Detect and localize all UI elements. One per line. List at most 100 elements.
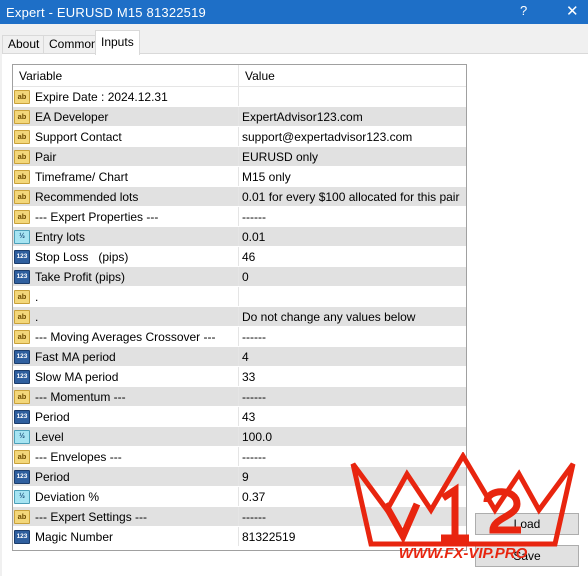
variable-cell[interactable]: ab --- Expert Settings ---: [13, 507, 239, 526]
table-row[interactable]: ab --- Moving Averages Crossover --- -----…: [13, 327, 466, 347]
table-row[interactable]: 123 Fast MA period 4: [13, 347, 466, 367]
variable-column-header[interactable]: Variable: [13, 65, 239, 86]
string-type-icon: ab: [14, 329, 30, 344]
value-cell[interactable]: ------: [239, 207, 466, 226]
variable-cell[interactable]: ab --- Envelopes ---: [13, 447, 239, 466]
title-bar: Expert - EURUSD M15 81322519 ? ✕: [0, 0, 588, 24]
integer-type-icon: 123: [14, 529, 30, 544]
value-cell[interactable]: 4: [239, 347, 466, 366]
variable-cell[interactable]: ab Recommended lots: [13, 187, 239, 206]
string-type-icon: ab: [14, 209, 30, 224]
value-cell[interactable]: 46: [239, 247, 466, 266]
variable-name: Recommended lots: [35, 189, 139, 204]
variable-cell[interactable]: ab Support Contact: [13, 127, 239, 146]
string-type-icon: ab: [14, 129, 30, 144]
value-cell[interactable]: 0: [239, 267, 466, 286]
table-row[interactable]: ½ Level 100.0: [13, 427, 466, 447]
value-cell[interactable]: [239, 87, 466, 106]
variable-name: Fast MA period: [35, 349, 116, 364]
table-row[interactable]: 123 Stop Loss (pips) 46: [13, 247, 466, 267]
value-cell[interactable]: ------: [239, 387, 466, 406]
variable-cell[interactable]: 123 Stop Loss (pips): [13, 247, 239, 266]
table-row[interactable]: 123 Slow MA period 33: [13, 367, 466, 387]
string-type-icon: ab: [14, 89, 30, 104]
variable-name: Level: [35, 429, 64, 444]
value-cell[interactable]: [239, 287, 466, 306]
help-icon[interactable]: ?: [520, 3, 527, 18]
variable-name: Period: [35, 409, 70, 424]
string-type-icon: ab: [14, 189, 30, 204]
variable-name: EA Developer: [35, 109, 109, 124]
value-column-header[interactable]: Value: [239, 65, 466, 86]
variable-cell[interactable]: 123 Period: [13, 467, 239, 486]
variable-cell[interactable]: ½ Entry lots: [13, 227, 239, 246]
variable-cell[interactable]: 123 Take Profit (pips): [13, 267, 239, 286]
double-type-icon: ½: [14, 229, 30, 244]
variable-cell[interactable]: 123 Magic Number: [13, 527, 239, 546]
value-cell[interactable]: Do not change any values below: [239, 307, 466, 326]
variable-cell[interactable]: 123 Slow MA period: [13, 367, 239, 386]
string-type-icon: ab: [14, 389, 30, 404]
value-cell[interactable]: ExpertAdvisor123.com: [239, 107, 466, 126]
tab-inputs[interactable]: Inputs: [95, 30, 140, 55]
variable-name: Slow MA period: [35, 369, 119, 384]
window-title: Expert - EURUSD M15 81322519: [6, 4, 206, 20]
variable-name: Support Contact: [35, 129, 122, 144]
integer-type-icon: 123: [14, 369, 30, 384]
string-type-icon: ab: [14, 149, 30, 164]
string-type-icon: ab: [14, 309, 30, 324]
table-row[interactable]: ab --- Momentum --- ------: [13, 387, 466, 407]
string-type-icon: ab: [14, 289, 30, 304]
table-row[interactable]: ½ Entry lots 0.01: [13, 227, 466, 247]
variable-name: Magic Number: [35, 529, 114, 544]
variable-cell[interactable]: ab Timeframe/ Chart: [13, 167, 239, 186]
variable-cell[interactable]: ½ Level: [13, 427, 239, 446]
variable-name: Pair: [35, 149, 57, 164]
table-row[interactable]: ab Support Contact support@expertadvisor12…: [13, 127, 466, 147]
variable-name: Entry lots: [35, 229, 86, 244]
variable-name: --- Expert Properties ---: [35, 209, 159, 224]
variable-name: Expire Date : 2024.12.31: [35, 89, 168, 104]
variable-cell[interactable]: ab.: [13, 287, 239, 306]
table-row[interactable]: 123 Take Profit (pips) 0: [13, 267, 466, 287]
table-row[interactable]: ab EA Developer ExpertAdvisor123.com: [13, 107, 466, 127]
variable-cell[interactable]: ab Pair: [13, 147, 239, 166]
table-row[interactable]: ab Pair EURUSD only: [13, 147, 466, 167]
variable-cell[interactable]: ab --- Momentum ---: [13, 387, 239, 406]
table-row[interactable]: ab. Do not change any values below: [13, 307, 466, 327]
value-cell[interactable]: ------: [239, 327, 466, 346]
value-cell[interactable]: EURUSD only: [239, 147, 466, 166]
table-row[interactable]: 123 Period 43: [13, 407, 466, 427]
table-row[interactable]: ab Expire Date : 2024.12.31: [13, 87, 466, 107]
variable-name: .: [35, 309, 39, 324]
integer-type-icon: 123: [14, 409, 30, 424]
close-icon[interactable]: ✕: [566, 2, 579, 20]
value-cell[interactable]: 0.01: [239, 227, 466, 246]
variable-cell[interactable]: ab --- Expert Properties ---: [13, 207, 239, 226]
variable-cell[interactable]: 123 Period: [13, 407, 239, 426]
integer-type-icon: 123: [14, 269, 30, 284]
value-cell[interactable]: 100.0: [239, 427, 466, 446]
table-row[interactable]: ab --- Expert Properties --- ------: [13, 207, 466, 227]
variable-cell[interactable]: 123 Fast MA period: [13, 347, 239, 366]
table-row[interactable]: ab.: [13, 287, 466, 307]
tab-about[interactable]: About: [2, 35, 46, 54]
value-cell[interactable]: M15 only: [239, 167, 466, 186]
variable-cell[interactable]: ½ Deviation %: [13, 487, 239, 506]
variable-name: .: [35, 289, 39, 304]
string-type-icon: ab: [14, 449, 30, 464]
value-cell[interactable]: 0.01 for every $100 allocated for this p…: [239, 187, 466, 206]
value-cell[interactable]: 33: [239, 367, 466, 386]
table-row[interactable]: ab Timeframe/ Chart M15 only: [13, 167, 466, 187]
variable-cell[interactable]: ab Expire Date : 2024.12.31: [13, 87, 239, 106]
variable-cell[interactable]: ab EA Developer: [13, 107, 239, 126]
variable-name: --- Moving Averages Crossover ---: [35, 329, 216, 344]
tab-bar: About Common Inputs: [0, 30, 588, 55]
table-row[interactable]: ab Recommended lots 0.01 for every $100 al…: [13, 187, 466, 207]
variable-cell[interactable]: ab --- Moving Averages Crossover ---: [13, 327, 239, 346]
value-cell[interactable]: support@expertadvisor123.com: [239, 127, 466, 146]
string-type-icon: ab: [14, 109, 30, 124]
value-cell[interactable]: 43: [239, 407, 466, 426]
variable-cell[interactable]: ab.: [13, 307, 239, 326]
integer-type-icon: 123: [14, 469, 30, 484]
